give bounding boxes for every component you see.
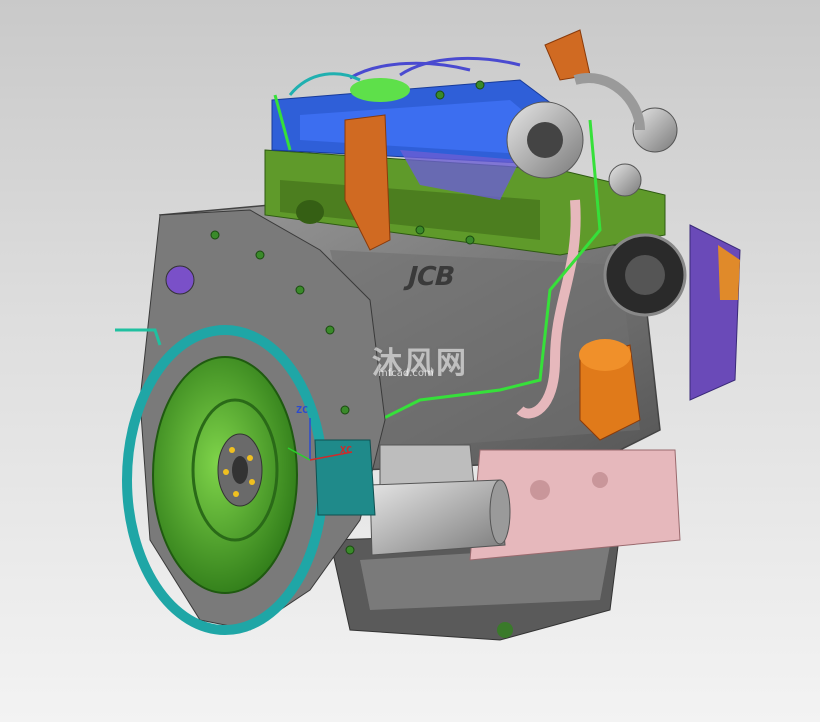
- cad-viewport[interactable]: JCB ZC XC 沐风网 mfcad.com: [0, 0, 820, 722]
- axis-z-label: ZC: [296, 405, 309, 416]
- watermark-url: mfcad.com: [378, 368, 434, 379]
- axis-x-label: XC: [340, 445, 353, 456]
- flywheel: [152, 356, 298, 594]
- brand-badge: JCB: [404, 262, 458, 292]
